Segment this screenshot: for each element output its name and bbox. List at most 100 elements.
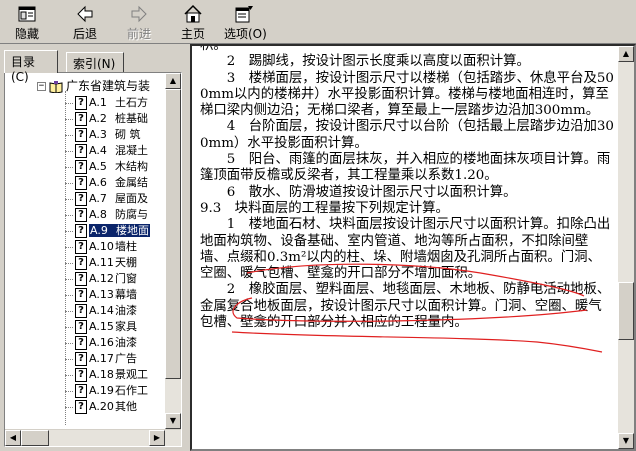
help-topic-icon: ? <box>75 240 87 254</box>
tree-branch-line <box>65 214 73 216</box>
help-topic-icon: ? <box>75 192 87 206</box>
topic-paragraph: 2 橡胶面层、塑料面层、地毯面层、木地板、防静电活动地板、金属复合地板面层，按设… <box>200 282 611 331</box>
content-vertical-scrollbar[interactable]: ▲ ▼ <box>618 46 634 449</box>
tree-item[interactable]: ? A.13幕墙 <box>65 287 137 303</box>
tree-item[interactable]: ? A.10墙柱 <box>65 239 137 255</box>
tree-item-title: 油漆 <box>115 336 137 349</box>
scroll-right-icon[interactable]: ▶ <box>149 430 165 446</box>
tree-item-title: 门窗 <box>115 272 137 285</box>
content-scroll-up-icon[interactable]: ▲ <box>618 46 634 62</box>
topic-paragraph: 6 散水、防滑坡道按设计图示尺寸以面积计算。 <box>200 184 517 200</box>
help-topic-icon: ? <box>75 288 87 302</box>
options-icon <box>235 6 253 23</box>
help-topic-icon: ? <box>75 208 87 222</box>
tree-branch-line <box>65 374 73 376</box>
open-book-icon <box>49 80 63 93</box>
tree-item[interactable]: ? A.8 防腐与 <box>65 207 148 223</box>
tree-item-title: 砌 筑 <box>115 128 141 141</box>
arrow-right-icon <box>131 5 147 23</box>
tree-item[interactable]: ? A.16油漆 <box>65 335 137 351</box>
tree-item-code: A.16 <box>89 336 114 349</box>
tree-branch-line <box>65 294 73 296</box>
tree-item-code: A.20 <box>89 400 114 413</box>
tree-item-text: A.12门窗 <box>89 272 137 285</box>
tree-item-text: A.20其他 <box>89 400 137 413</box>
scroll-left-icon[interactable]: ◀ <box>5 430 21 446</box>
help-topic-icon: ? <box>75 144 87 158</box>
navigation-pane: 目录(C) 索引(N) − 广东省建筑与装 ? A.1 土石方? A.2 桩基础? A.3 砌… <box>0 46 184 451</box>
content-scroll-thumb[interactable] <box>618 282 634 340</box>
arrow-left-icon <box>77 5 93 23</box>
hide-button[interactable]: 隐藏 <box>10 2 44 42</box>
help-topic-icon: ? <box>75 304 87 318</box>
tree-item-text: A.2 桩基础 <box>89 112 148 125</box>
collapse-icon[interactable]: − <box>37 82 46 91</box>
tree-root-label: 广东省建筑与装 <box>66 79 151 93</box>
forward-button[interactable]: 前进 <box>122 2 156 42</box>
topic-paragraph: 4 台阶面层，按设计图示尺寸以台阶（包括最上层踏步边沿加300mm）水平投影面积… <box>200 119 614 151</box>
content-scroll-down-icon[interactable]: ▼ <box>618 433 634 449</box>
tree-item-title: 油漆 <box>115 304 137 317</box>
tree-item[interactable]: ? A.7 屋面及 <box>65 191 148 207</box>
tree-branch-line <box>65 198 73 200</box>
tree-item[interactable]: ? A.20其他 <box>65 399 137 415</box>
back-button[interactable]: 后退 <box>68 2 102 42</box>
options-label: 选项(O) <box>224 27 267 41</box>
tree-item-text: A.8 防腐与 <box>89 208 148 221</box>
tree-branch-line <box>65 278 73 280</box>
tree-item-title: 家具 <box>115 320 137 333</box>
tree-item-title: 土石方 <box>115 96 148 109</box>
topic-paragraph: 3 楼梯面层，按设计图示尺寸以楼梯（包括踏步、休息平台及500mm以内的楼梯井）… <box>200 70 614 119</box>
tab-index-label: 索引(N) <box>73 57 116 71</box>
tree-item-title: 其他 <box>115 400 137 413</box>
scroll-down-icon[interactable]: ▼ <box>165 413 181 429</box>
tree-item-title: 楼地面 <box>116 224 149 237</box>
tree-item[interactable]: ? A.9 楼地面 <box>65 223 150 239</box>
tree-item-code: A.17 <box>89 352 114 365</box>
options-button[interactable]: 选项(O) <box>224 2 267 42</box>
tab-contents[interactable]: 目录(C) <box>4 50 58 84</box>
tree-item[interactable]: ? A.19石作工 <box>65 383 148 399</box>
tree-item[interactable]: ? A.2 桩基础 <box>65 111 148 127</box>
tree-item[interactable]: ? A.18景观工 <box>65 367 148 383</box>
tree-item[interactable]: ? A.5 木结构 <box>65 159 148 175</box>
tree-item[interactable]: ? A.14油漆 <box>65 303 137 319</box>
tree-item[interactable]: ? A.12门窗 <box>65 271 137 287</box>
help-topic-icon: ? <box>75 272 87 286</box>
tree-item-title: 景观工 <box>115 368 148 381</box>
tree-branch-line <box>65 134 73 136</box>
tree-item[interactable]: ? A.3 砌 筑 <box>65 127 141 143</box>
tree-item-text: A.5 木结构 <box>89 160 148 173</box>
tree-scroll-thumb[interactable] <box>165 89 181 379</box>
tree-item[interactable]: ? A.4 混凝土 <box>65 143 148 159</box>
tree-item-title: 天棚 <box>115 256 137 269</box>
topic-content: 积。 2 踢脚线，按设计图示长度乘以高度以面积计算。 3 楼梯面层，按设计图示尺… <box>190 44 636 451</box>
tree-horizontal-scrollbar[interactable]: ◀ ▶ <box>5 429 181 446</box>
tree-item[interactable]: ? A.6 金属结 <box>65 175 148 191</box>
home-button[interactable]: 主页 <box>176 2 210 42</box>
topic-paragraph: 2 踢脚线，按设计图示长度乘以高度以面积计算。 <box>200 54 530 70</box>
tree-item-text: A.7 屋面及 <box>89 192 148 205</box>
tree-item[interactable]: ? A.15家具 <box>65 319 137 335</box>
contents-tree[interactable]: − 广东省建筑与装 ? A.1 土石方? A.2 桩基础? A.3 砌 筑? A.4 混凝土? A.… <box>7 77 169 425</box>
nav-tabs: 目录(C) 索引(N) <box>4 50 182 84</box>
tree-item[interactable]: ? A.17广告 <box>65 351 137 367</box>
tree-item[interactable]: ? A.11天棚 <box>65 255 137 271</box>
tree-item-code: A.11 <box>89 256 114 269</box>
tree-item-title: 幕墙 <box>115 288 137 301</box>
tree-vertical-scrollbar[interactable]: ▲ ▼ <box>165 73 181 429</box>
tree-root[interactable]: − 广东省建筑与装 <box>37 77 150 93</box>
tree-item-text: A.4 混凝土 <box>89 144 148 157</box>
help-topic-icon: ? <box>75 368 87 382</box>
tree-item-title: 石作工 <box>115 384 148 397</box>
tree-item-code: A.3 <box>89 128 107 141</box>
tree-item[interactable]: ? A.1 土石方 <box>65 95 148 111</box>
scroll-up-icon[interactable]: ▲ <box>165 73 181 89</box>
help-topic-icon: ? <box>75 384 87 398</box>
tree-hscroll-thumb[interactable] <box>21 430 49 446</box>
tab-index[interactable]: 索引(N) <box>66 52 124 72</box>
tree-branch-line <box>65 406 73 408</box>
tree-branch-line <box>65 358 73 360</box>
hide-icon <box>18 6 36 22</box>
tree-item-text: A.10墙柱 <box>89 240 137 253</box>
